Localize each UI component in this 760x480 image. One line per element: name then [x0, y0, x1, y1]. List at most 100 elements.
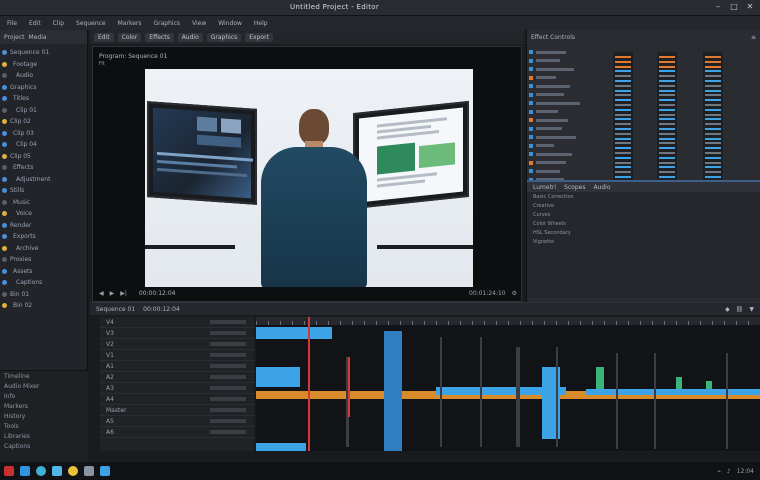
play-icon[interactable]: ▶: [110, 290, 115, 297]
project-item[interactable]: Bin 01: [2, 289, 85, 301]
project-item[interactable]: Clip 01: [2, 105, 85, 117]
project-item[interactable]: Render: [2, 220, 85, 232]
menu-sequence[interactable]: Sequence: [73, 19, 109, 28]
project-item[interactable]: Clip 03: [2, 128, 85, 140]
network-icon[interactable]: ⌁: [717, 468, 721, 475]
effect-row[interactable]: [529, 167, 609, 176]
track-volume[interactable]: [210, 364, 246, 368]
project-item[interactable]: Voice: [2, 208, 85, 220]
project-item[interactable]: Proxies: [2, 254, 85, 266]
effect-row[interactable]: [529, 142, 609, 151]
lumetri-row[interactable]: Vignette: [527, 237, 760, 246]
menu-window[interactable]: Window: [215, 19, 245, 28]
start-icon[interactable]: [4, 466, 14, 476]
settings-app-icon[interactable]: [84, 466, 94, 476]
track-header[interactable]: A6: [100, 427, 254, 438]
timeline-clip[interactable]: [556, 347, 558, 447]
lumetri-row[interactable]: HSL Secondary: [527, 228, 760, 237]
menu-graphics[interactable]: Graphics: [151, 19, 184, 28]
lumetri-row[interactable]: Color Wheels: [527, 219, 760, 228]
panel-list-item[interactable]: Timeline: [0, 371, 88, 381]
app-icon[interactable]: [20, 466, 30, 476]
panel-list-item[interactable]: Info: [0, 391, 88, 401]
menu-markers[interactable]: Markers: [115, 19, 145, 28]
effect-row[interactable]: [529, 159, 609, 168]
panel-list-item[interactable]: Tools: [0, 421, 88, 431]
timeline-clip[interactable]: [676, 377, 682, 389]
track-header[interactable]: V2: [100, 339, 254, 350]
track-header[interactable]: V3: [100, 328, 254, 339]
timeline-clip[interactable]: [706, 381, 712, 389]
effect-row[interactable]: [529, 150, 609, 159]
panel-list-item[interactable]: Captions: [0, 441, 88, 451]
track-header[interactable]: A5: [100, 416, 254, 427]
lumetri-row[interactable]: Creative: [527, 201, 760, 210]
project-item[interactable]: Clip 02: [2, 116, 85, 128]
editor-app-icon[interactable]: [100, 466, 110, 476]
tab-scopes[interactable]: Scopes: [564, 184, 585, 191]
project-item[interactable]: Stills: [2, 185, 85, 197]
track-volume[interactable]: [210, 375, 246, 379]
minimize-icon[interactable]: –: [714, 3, 722, 11]
effect-row[interactable]: [529, 65, 609, 74]
timeline-clip[interactable]: [726, 353, 728, 449]
workspace-color[interactable]: Color: [117, 32, 142, 42]
effect-row[interactable]: [529, 91, 609, 100]
tab-media[interactable]: Media: [29, 34, 47, 41]
track-volume[interactable]: [210, 397, 246, 401]
project-item[interactable]: Adjustment: [2, 174, 85, 186]
track-volume[interactable]: [210, 419, 246, 423]
project-item[interactable]: Clip 05: [2, 151, 85, 163]
track-header[interactable]: V4: [100, 317, 254, 328]
project-item[interactable]: Sequence 01: [2, 47, 85, 59]
settings-icon[interactable]: ⚙: [512, 290, 517, 297]
project-item[interactable]: Titles: [2, 93, 85, 105]
track-volume[interactable]: [210, 353, 246, 357]
workspace-graphics[interactable]: Graphics: [206, 32, 242, 42]
track-header[interactable]: A4: [100, 394, 254, 405]
timeline-clip[interactable]: [616, 353, 618, 449]
close-icon[interactable]: ✕: [746, 3, 754, 11]
timeline-clip[interactable]: [256, 443, 306, 451]
project-item[interactable]: Footage: [2, 59, 85, 71]
panel-list-item[interactable]: Audio Mixer: [0, 381, 88, 391]
track-volume[interactable]: [210, 320, 246, 324]
project-item[interactable]: Archive: [2, 243, 85, 255]
project-item[interactable]: Clip 04: [2, 139, 85, 151]
tab-project[interactable]: Project: [4, 34, 25, 41]
snap-icon[interactable]: ◆: [725, 306, 730, 313]
timeline-clip[interactable]: [384, 331, 402, 451]
browser-icon[interactable]: [36, 466, 46, 476]
workspace-audio[interactable]: Audio: [177, 32, 203, 42]
clock[interactable]: 12:04: [737, 468, 754, 475]
effect-row[interactable]: [529, 57, 609, 66]
track-volume[interactable]: [210, 408, 246, 412]
menu-help[interactable]: Help: [251, 19, 271, 28]
project-item[interactable]: Effects: [2, 162, 85, 174]
effect-row[interactable]: [529, 108, 609, 117]
project-item[interactable]: Captions: [2, 277, 85, 289]
timeline-clip[interactable]: [440, 337, 442, 447]
workspace-export[interactable]: Export: [245, 32, 273, 42]
effect-row[interactable]: [529, 125, 609, 134]
effect-row[interactable]: [529, 133, 609, 142]
mail-icon[interactable]: [52, 466, 62, 476]
timeline-title[interactable]: Sequence 01: [96, 306, 135, 313]
lumetri-row[interactable]: Basic Correction: [527, 192, 760, 201]
track-header[interactable]: A3: [100, 383, 254, 394]
time-ruler[interactable]: [256, 317, 760, 325]
project-item[interactable]: Bin 02: [2, 300, 85, 312]
timeline-clip[interactable]: [480, 337, 482, 447]
timeline-clip[interactable]: [586, 395, 760, 399]
menu-edit[interactable]: Edit: [26, 19, 44, 28]
project-item[interactable]: Graphics: [2, 82, 85, 94]
viewer-zoom[interactable]: Fit: [99, 61, 105, 67]
tab-audio[interactable]: Audio: [593, 184, 610, 191]
workspace-effects[interactable]: Effects: [145, 32, 174, 42]
folder-icon[interactable]: [68, 466, 78, 476]
timeline-clip[interactable]: [516, 347, 520, 447]
marker-icon[interactable]: ▼: [749, 306, 754, 313]
playhead[interactable]: [308, 317, 310, 451]
project-item[interactable]: Audio: [2, 70, 85, 82]
project-item[interactable]: Music: [2, 197, 85, 209]
